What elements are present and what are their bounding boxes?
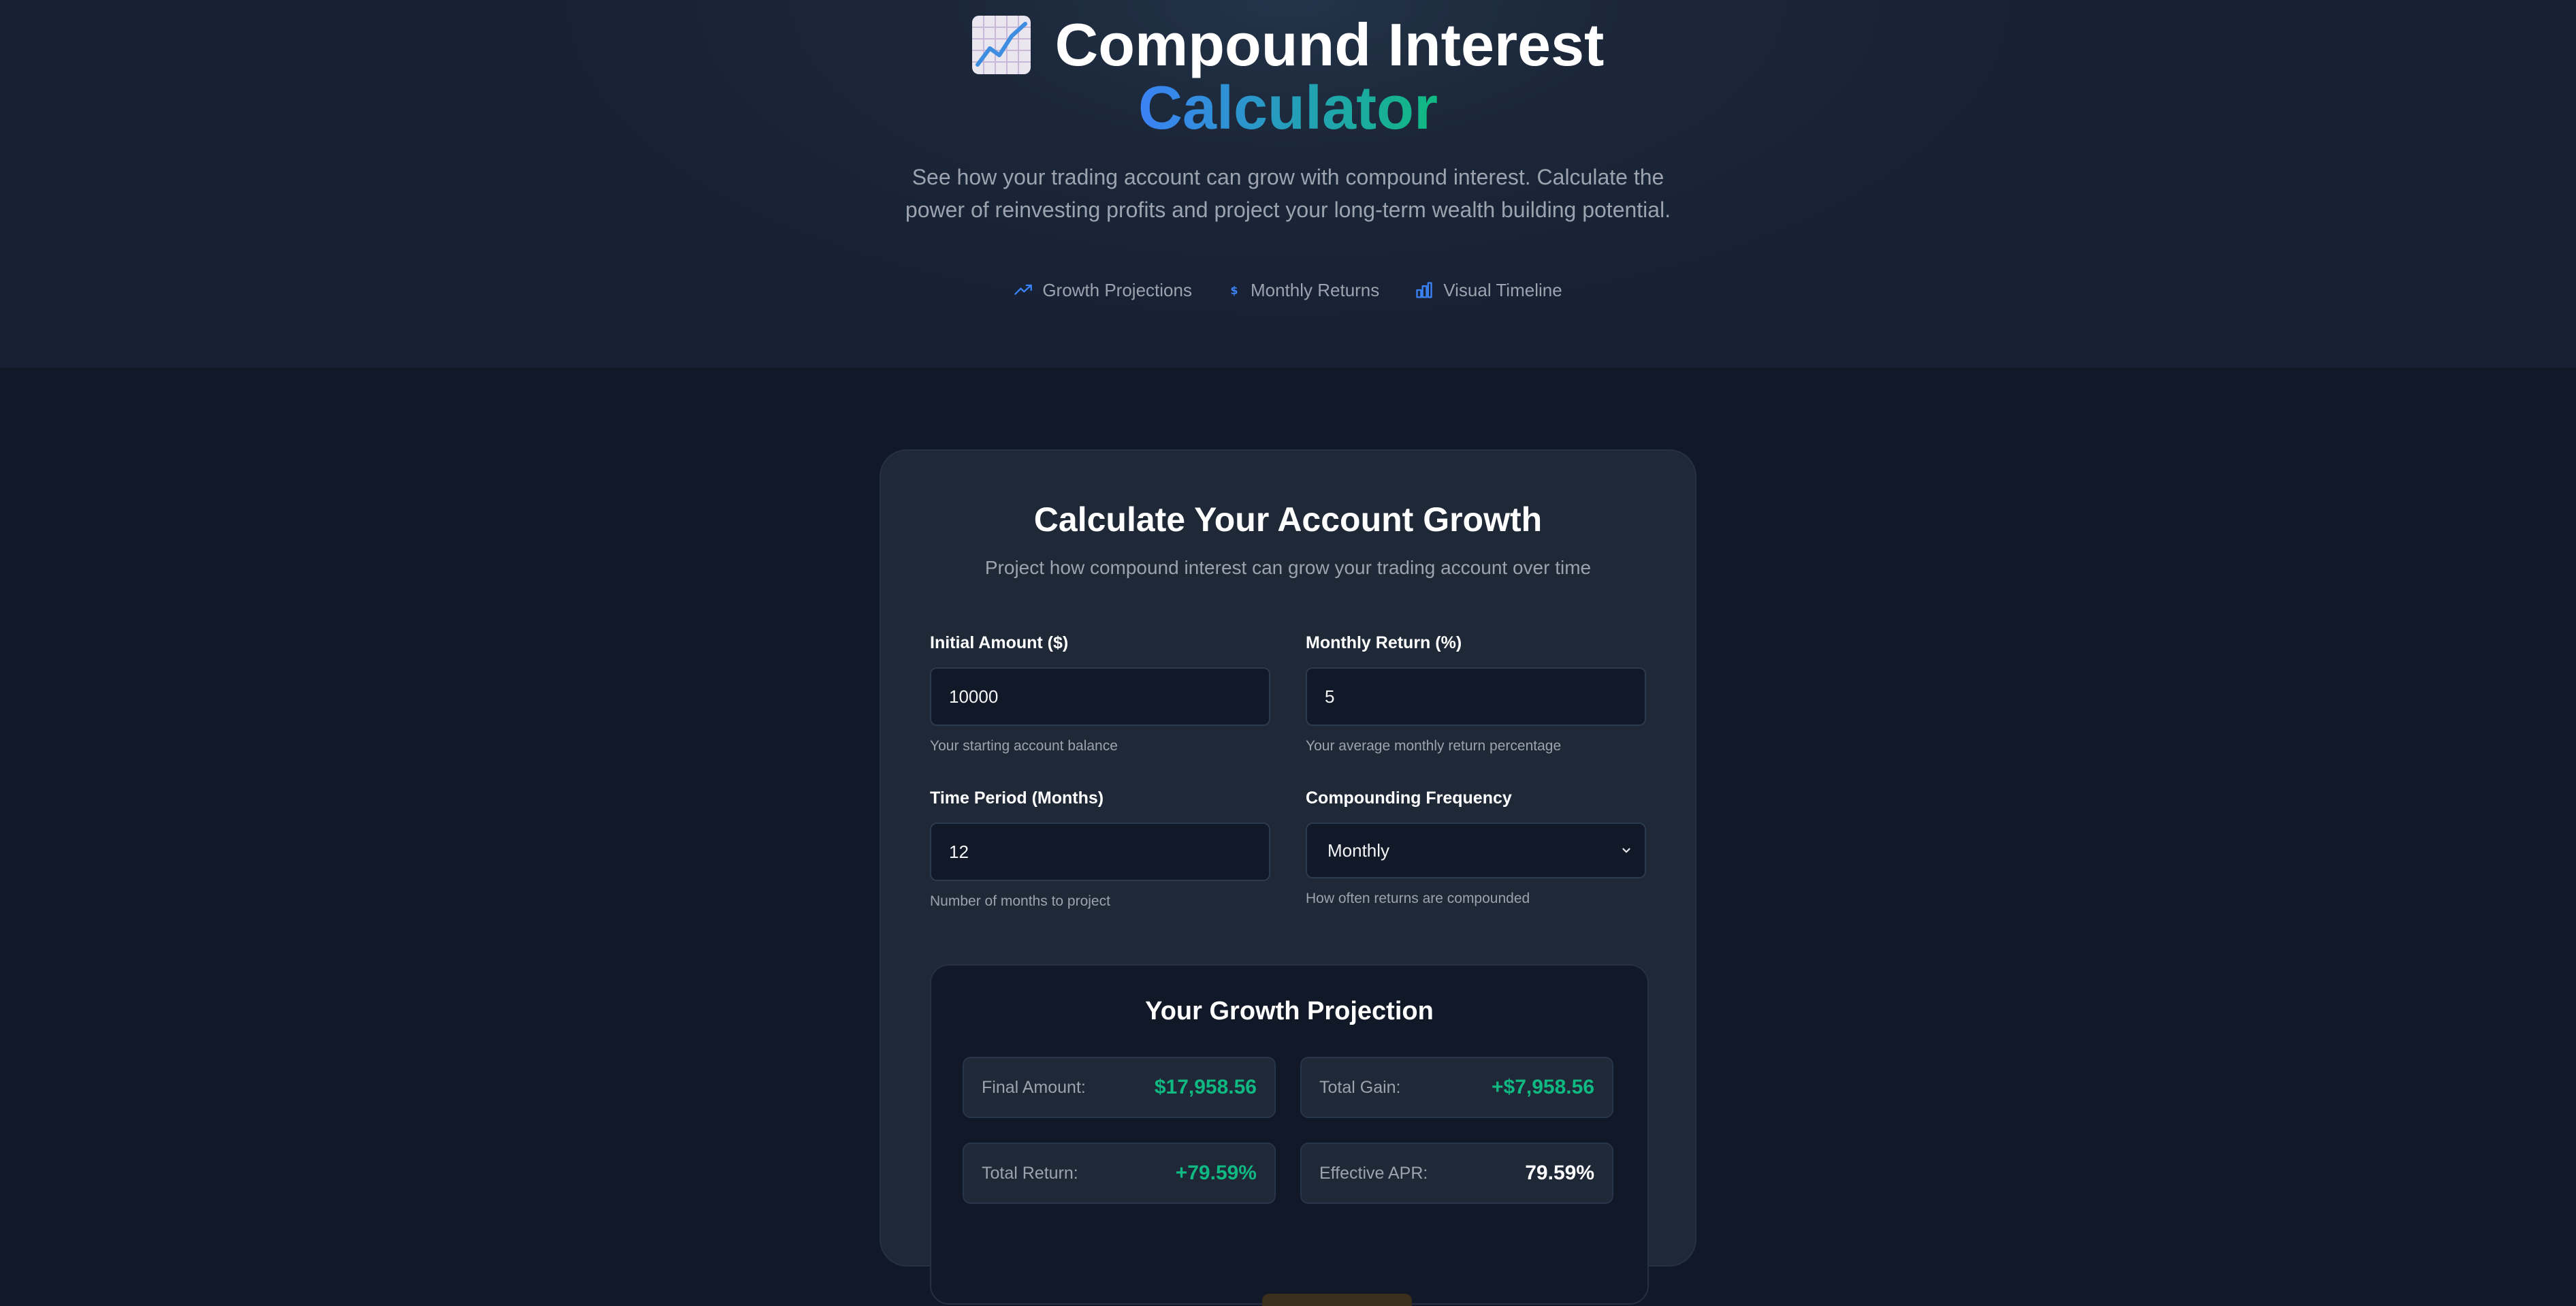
feature-growth-projections: Growth Projections [1014,280,1192,301]
chart-increasing-icon [971,16,1031,74]
stat-value: +$7,958.56 [1492,1076,1594,1098]
stat-label: Total Return: [982,1163,1078,1183]
feature-monthly-returns: $ Monthly Returns [1227,280,1379,301]
frequency-selected-value: Monthly [1327,840,1390,861]
monthly-return-input[interactable]: 5 [1306,667,1646,726]
stat-value: +79.59% [1175,1162,1257,1184]
chevron-down-icon [1622,848,1630,853]
stat-final-amount: Final Amount: $17,958.56 [963,1057,1276,1118]
feature-label: Monthly Returns [1250,279,1380,300]
frequency-label: Compounding Frequency [1306,789,1512,808]
stat-label: Effective APR: [1319,1163,1428,1183]
stat-value: 79.59% [1525,1162,1594,1184]
frequency-help: How often returns are compounded [1306,891,1530,906]
next-section-peek [1262,1294,1412,1306]
dollar-icon: $ [1230,284,1238,297]
svg-text:$: $ [1230,284,1238,297]
monthly-return-help: Your average monthly return percentage [1306,738,1562,754]
initial-amount-help: Your starting account balance [930,738,1118,754]
feature-visual-timeline: Visual Timeline [1415,280,1562,301]
trending-up-icon [1014,284,1033,295]
feature-label: Growth Projections [1042,279,1192,300]
time-period-label: Time Period (Months) [930,789,1104,808]
frequency-select[interactable]: Monthly [1306,823,1646,878]
initial-amount-input[interactable]: 10000 [930,667,1270,726]
calculator-title: Calculate Your Account Growth [1033,500,1543,539]
feature-list: Growth Projections $ Monthly Returns Vis… [0,275,2576,305]
monthly-return-label: Monthly Return (%) [1306,633,1462,652]
time-period-input[interactable]: 12 [930,823,1270,881]
initial-amount-label: Initial Amount ($) [930,633,1069,652]
growth-projection-panel: Your Growth Projection Final Amount: $17… [930,964,1649,1306]
time-period-help: Number of months to project [930,893,1110,909]
page-title-accent: Calculator [0,71,2576,146]
stat-value: $17,958.56 [1154,1076,1257,1098]
calculator-subtitle: Project how compound interest can grow y… [984,557,1592,578]
hero-section: Compound Interest Calculator See how you… [0,0,2576,368]
stat-label: Total Gain: [1319,1077,1401,1097]
page-title-accent-text: Calculator [1138,74,1438,142]
stat-total-gain: Total Gain: +$7,958.56 [1300,1057,1613,1118]
stat-total-return: Total Return: +79.59% [963,1143,1276,1204]
calculator-card: Calculate Your Account Growth Project ho… [880,449,1696,1306]
growth-projection-title: Your Growth Projection [1145,997,1434,1025]
page-subtitle: See how your trading account can grow wi… [905,165,1671,222]
bar-chart-icon [1416,282,1432,298]
stat-effective-apr: Effective APR: 79.59% [1300,1143,1613,1204]
feature-label: Visual Timeline [1443,279,1562,300]
stat-label: Final Amount: [982,1077,1086,1097]
